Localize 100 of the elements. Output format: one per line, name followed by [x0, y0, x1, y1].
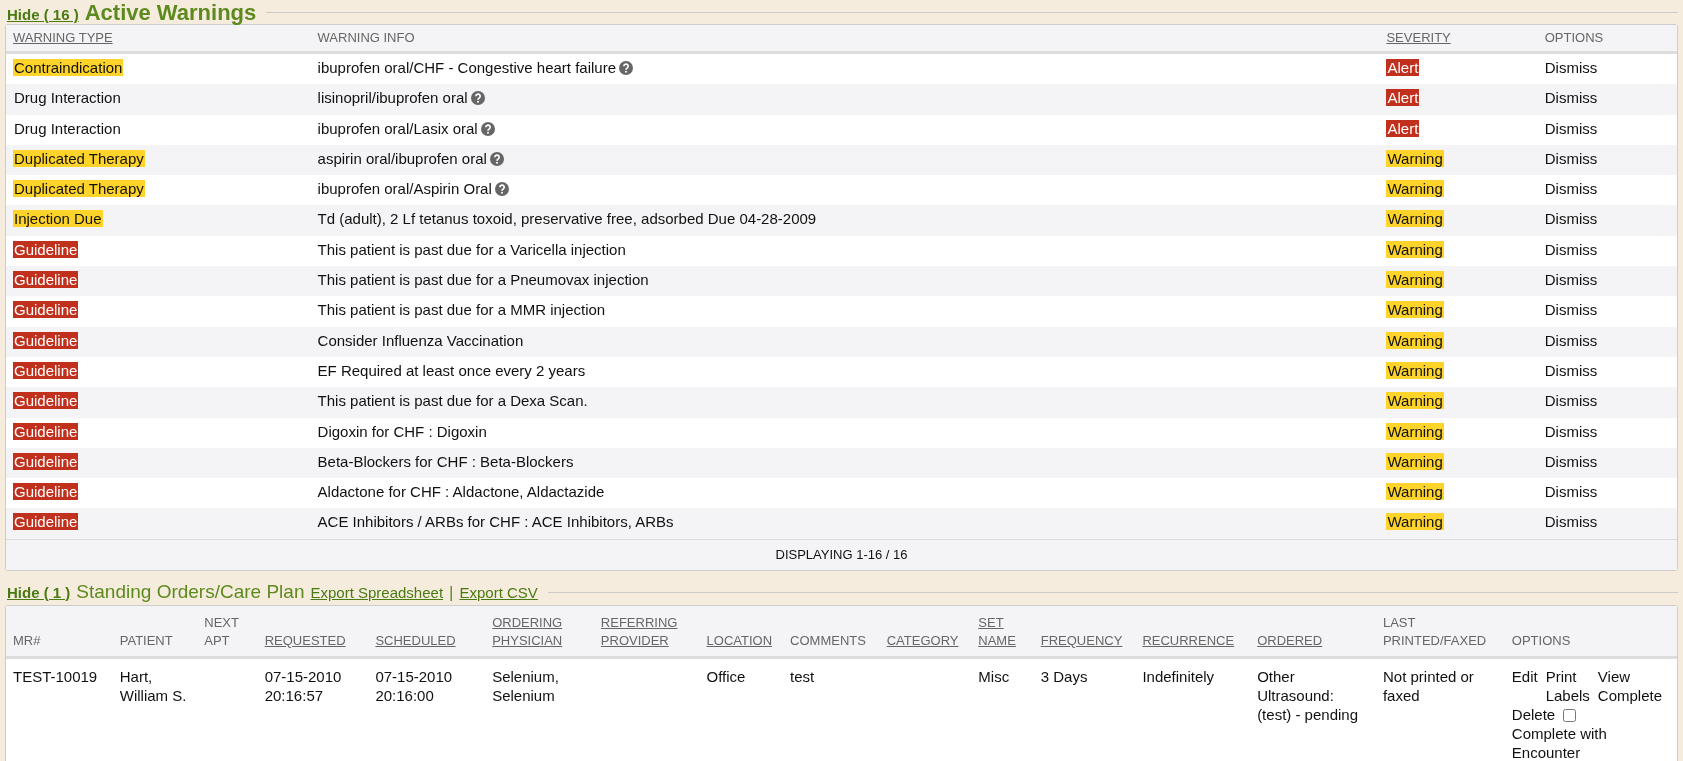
help-icon[interactable]	[470, 91, 485, 106]
dismiss-link[interactable]: Dismiss	[1544, 392, 1598, 410]
table-cell: Selenium, Selenium	[492, 667, 559, 704]
warning-type-label: Drug Interaction	[13, 89, 122, 107]
dismiss-link[interactable]: Dismiss	[1544, 301, 1598, 319]
link-separator: |	[449, 582, 454, 603]
dismiss-link[interactable]: Dismiss	[1544, 361, 1598, 379]
severity-label: Alert	[1386, 59, 1420, 76]
warning-info-text: ibuprofen oral/CHF - Congestive heart failure	[317, 59, 617, 76]
export-link[interactable]: Export Spreadsheet	[310, 583, 444, 601]
warning-info-text: Digoxin for CHF : Digoxin	[317, 422, 487, 440]
help-icon[interactable]	[619, 61, 634, 75]
severity-label: Warning	[1386, 210, 1444, 228]
warning-type-label: Guideline	[13, 513, 79, 531]
warning-info-text: This patient is past due for a Pneumovax injection	[317, 271, 649, 289]
table-cell: Hart, William S.	[119, 667, 187, 704]
severity-label: Warning	[1386, 331, 1444, 349]
hide-link[interactable]: Hide ( 16 )	[5, 6, 79, 23]
table-cell: 07-15-2010 20:16:57	[264, 667, 342, 704]
checkbox-label: Complete with Encounter	[1511, 724, 1607, 761]
column-header: COMMENTS	[790, 631, 866, 650]
severity-label: Warning	[1386, 271, 1444, 289]
dismiss-link[interactable]: Dismiss	[1544, 452, 1598, 470]
severity-label: Warning	[1386, 452, 1444, 470]
table-cell: Indefinitely	[1142, 667, 1215, 685]
section-title: Active Warnings	[84, 0, 257, 26]
warning-info-text: EF Required at least once every 2 years	[317, 361, 586, 379]
warning-info-text: This patient is past due for a Dexa Scan.	[317, 392, 588, 410]
warning-type-label: Drug Interaction	[13, 119, 122, 137]
table-cell: 3 Days	[1040, 667, 1088, 685]
warning-type-label: Guideline	[13, 240, 79, 258]
dismiss-link[interactable]: Dismiss	[1544, 240, 1598, 258]
dismiss-link[interactable]: Dismiss	[1544, 422, 1598, 440]
severity-label: Warning	[1386, 240, 1444, 258]
dismiss-link[interactable]: Dismiss	[1544, 59, 1598, 76]
option-link[interactable]: Print Labels	[1545, 666, 1590, 705]
export-link[interactable]: Export CSV	[459, 583, 538, 601]
warning-info-text: ACE Inhibitors / ARBs for CHF : ACE Inhibitors, ARBs	[317, 513, 674, 531]
warning-info-text: Td (adult), 2 Lf tetanus toxoid, preservative free, adsorbed Due 04-28-2009	[317, 210, 817, 228]
severity-label: Warning	[1386, 361, 1444, 379]
warning-type-label: Contraindication	[13, 59, 124, 76]
warning-type-label: Duplicated Therapy	[13, 149, 145, 167]
dismiss-link[interactable]: Dismiss	[1544, 180, 1598, 198]
warning-info-text: Aldactone for CHF : Aldactone, Aldactazide	[317, 483, 605, 501]
warning-type-label: Guideline	[13, 361, 79, 379]
help-icon[interactable]	[489, 151, 504, 166]
dismiss-link[interactable]: Dismiss	[1544, 513, 1598, 531]
dismiss-link[interactable]: Dismiss	[1544, 271, 1598, 289]
warning-type-label: Guideline	[13, 452, 79, 470]
table-cell: Not printed or faxed	[1382, 667, 1474, 704]
dismiss-link[interactable]: Dismiss	[1544, 210, 1598, 228]
warning-type-label: Guideline	[13, 301, 79, 319]
warning-type-label: Duplicated Therapy	[13, 180, 145, 198]
warning-info-text: Consider Influenza Vaccination	[317, 331, 524, 349]
warning-info-text: lisinopril/ibuprofen oral	[317, 89, 468, 107]
warning-info-text: This patient is past due for a MMR injection	[317, 301, 606, 319]
table-cell: Misc	[978, 667, 1010, 685]
warning-info-text: aspirin oral/ibuprofen oral	[317, 149, 487, 167]
warning-info-text: Beta-Blockers for CHF : Beta-Blockers	[317, 452, 574, 470]
table-cell: TEST-10019	[13, 667, 98, 685]
severity-label: Warning	[1386, 392, 1444, 410]
severity-label: Warning	[1386, 180, 1444, 198]
option-link[interactable]: View Complete	[1597, 666, 1663, 705]
dismiss-link[interactable]: Dismiss	[1544, 89, 1598, 107]
warning-info-text: ibuprofen oral/Aspirin Oral	[317, 180, 492, 198]
severity-label: Warning	[1386, 301, 1444, 319]
column-header: WARNING INFO	[317, 29, 415, 47]
dismiss-link[interactable]: Dismiss	[1544, 149, 1598, 167]
column-header: LAST PRINTED/FAXED	[1382, 613, 1488, 650]
warning-type-label: Guideline	[13, 392, 79, 410]
severity-label: Alert	[1386, 89, 1420, 107]
dismiss-link[interactable]: Dismiss	[1544, 483, 1598, 501]
hide-link[interactable]: Hide ( 1 )	[5, 583, 71, 601]
option-link[interactable]: Edit	[1511, 666, 1538, 705]
column-header: OPTIONS	[1544, 29, 1604, 47]
warning-type-label: Injection Due	[13, 210, 103, 228]
help-icon[interactable]	[494, 182, 509, 197]
dismiss-link[interactable]: Dismiss	[1544, 119, 1598, 137]
warning-type-label: Guideline	[13, 331, 79, 349]
table-cell: Office	[706, 667, 746, 685]
table-cell: test	[790, 667, 815, 685]
column-header: NEXT APT	[204, 613, 240, 650]
section-title: Standing Orders/Care Plan	[76, 580, 305, 603]
warning-type-label: Guideline	[13, 271, 79, 289]
severity-label: Warning	[1386, 422, 1444, 440]
column-header-link[interactable]: ORDERED	[1257, 631, 1323, 650]
severity-label: Warning	[1386, 483, 1444, 501]
warning-info-text: ibuprofen oral/Lasix oral	[317, 119, 478, 137]
severity-label: Alert	[1386, 119, 1420, 137]
option-link[interactable]: Delete	[1511, 705, 1556, 723]
help-icon[interactable]	[480, 121, 495, 136]
severity-label: Warning	[1386, 513, 1444, 531]
complete-checkbox[interactable]	[1563, 709, 1577, 723]
column-header: MR#	[13, 631, 41, 650]
severity-label: Warning	[1386, 149, 1444, 167]
column-header: OPTIONS	[1511, 631, 1571, 650]
warning-info-text: This patient is past due for a Varicella injection	[317, 240, 626, 258]
table-cell: 07-15-2010 20:16:00	[375, 667, 453, 704]
dismiss-link[interactable]: Dismiss	[1544, 331, 1598, 349]
warning-type-label: Guideline	[13, 422, 79, 440]
